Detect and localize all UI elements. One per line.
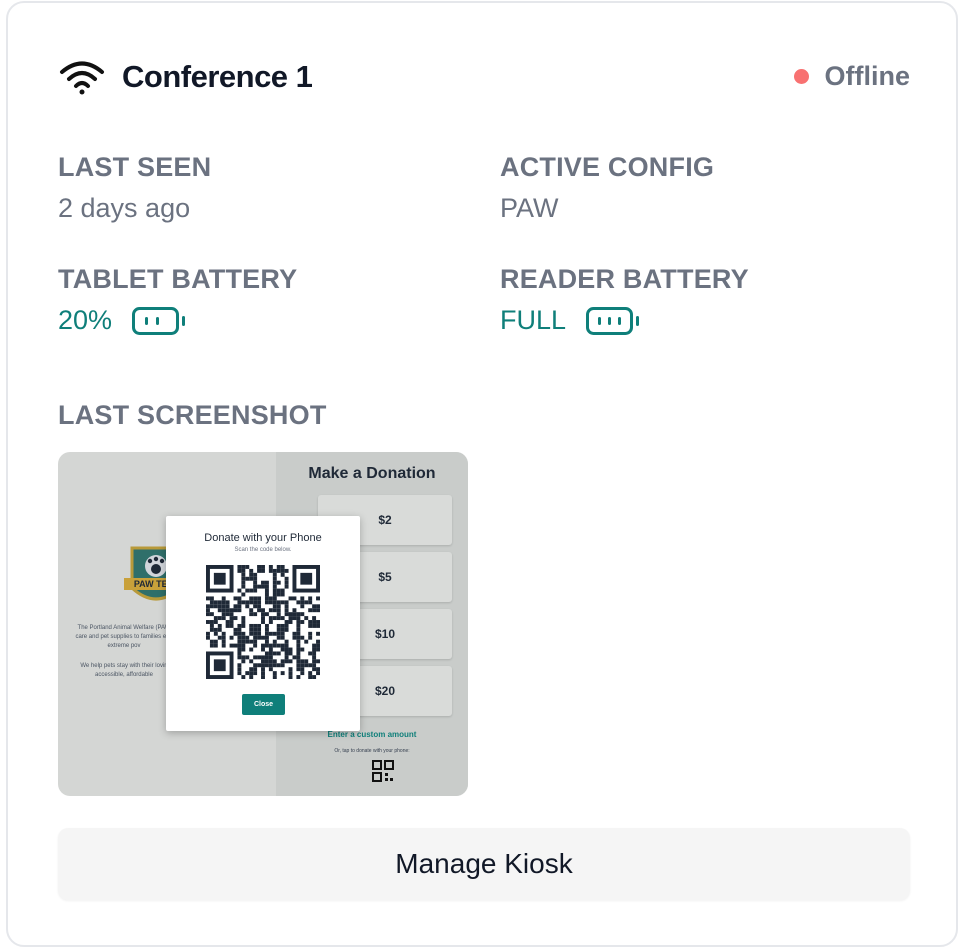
last-seen-value: 2 days ago <box>58 193 191 223</box>
reader-battery-label: READER BATTERY <box>500 264 749 294</box>
custom-amount-link: Enter a custom amount <box>327 730 417 739</box>
tablet-battery-field: TABLET BATTERY 20% <box>58 264 297 336</box>
donation-heading: Make a Donation <box>308 465 436 482</box>
modal-subtitle: Scan the code below. <box>234 547 292 553</box>
active-config-value: PAW <box>500 193 559 223</box>
last-screenshot-field: LAST SCREENSHOT <box>58 400 327 431</box>
battery-icon <box>132 306 186 335</box>
tablet-battery-value: 20% <box>58 305 113 335</box>
reader-battery-row: FULL <box>500 305 749 336</box>
kiosk-card: Conference 1 Offline LAST SEEN 2 days ag… <box>6 1 958 947</box>
battery-icon <box>586 306 640 335</box>
reader-battery-value: FULL <box>500 305 567 335</box>
last-seen-field: LAST SEEN 2 days ago <box>58 152 211 224</box>
last-screenshot-label: LAST SCREENSHOT <box>58 400 327 430</box>
active-config-field: ACTIVE CONFIG PAW <box>500 152 714 224</box>
qr-code-icon <box>372 760 394 782</box>
last-seen-label: LAST SEEN <box>58 152 212 182</box>
qr-modal: Donate with your Phone Scan the code bel… <box>166 516 360 731</box>
manage-kiosk-button[interactable]: Manage Kiosk <box>58 828 910 900</box>
reader-battery-field: READER BATTERY FULL <box>500 264 749 336</box>
tablet-battery-label: TABLET BATTERY <box>58 264 298 294</box>
status-indicator: Offline <box>793 61 911 92</box>
wifi-icon <box>60 61 104 95</box>
kiosk-header: Conference 1 Offline <box>58 53 910 103</box>
tablet-battery-row: 20% <box>58 305 297 336</box>
status-dot <box>793 69 809 84</box>
close-button: Close <box>242 694 285 715</box>
active-config-label: ACTIVE CONFIG <box>500 152 715 182</box>
tap-note: Or, tap to donate with your phone: <box>334 748 410 754</box>
qr-code-icon <box>206 565 320 679</box>
status-text: Offline <box>824 61 911 91</box>
kiosk-screenshot[interactable]: PAW TEA The Portland Animal Welfare (PAW… <box>58 452 468 796</box>
modal-title: Donate with your Phone <box>204 532 322 544</box>
kiosk-title: Conference 1 <box>122 59 313 94</box>
